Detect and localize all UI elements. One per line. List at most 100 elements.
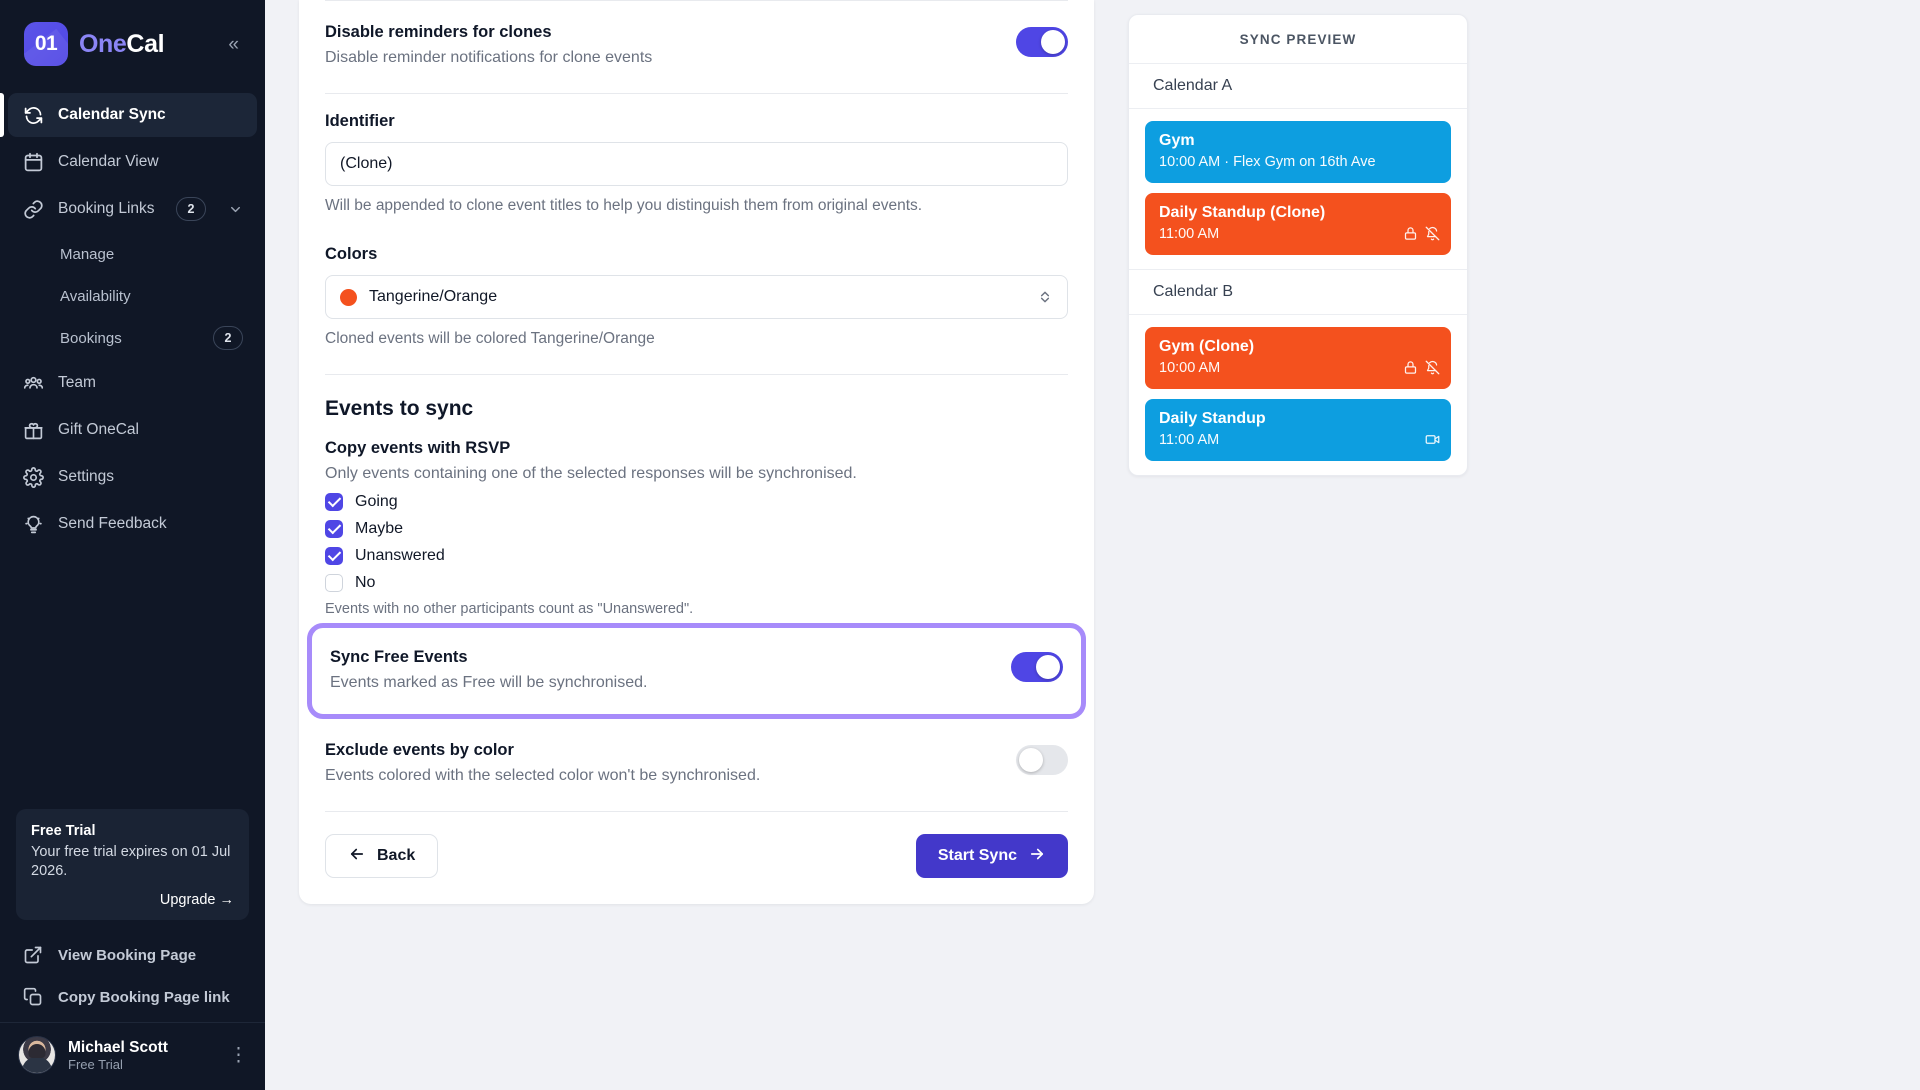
rsvp-option-going[interactable]: Going (325, 493, 1068, 511)
sync-free-events-row: Sync Free Events Events marked as Free w… (330, 628, 1063, 714)
sidebar-subitem-label: Manage (60, 246, 114, 263)
rsvp-note: Events with no other participants count … (325, 601, 1068, 617)
rsvp-option-maybe[interactable]: Maybe (325, 520, 1068, 538)
preview-event[interactable]: Daily Standup (Clone) 11:00 AM (1145, 193, 1451, 255)
checkbox[interactable] (325, 547, 343, 565)
sidebar-item-gift-onecal[interactable]: Gift OneCal (8, 408, 257, 452)
rsvp-title: Copy events with RSVP (325, 439, 1068, 458)
rsvp-block: Copy events with RSVP Only events contai… (325, 439, 1068, 617)
brand-name-one: One (79, 30, 126, 58)
disable-reminders-toggle[interactable] (1016, 27, 1068, 57)
rsvp-option-label: No (355, 574, 375, 592)
preview-event-icons (1403, 360, 1440, 380)
bell-off-icon (1425, 226, 1440, 246)
exclude-by-color-row: Exclude events by color Events colored w… (325, 719, 1068, 811)
video-icon (1425, 432, 1440, 452)
arrow-right-icon (1028, 845, 1046, 868)
view-booking-page-link[interactable]: View Booking Page (8, 934, 257, 976)
preview-event-time: 10:00 AM · Flex Gym on 16th Ave (1159, 154, 1437, 170)
arrow-left-icon (348, 845, 366, 868)
exclude-by-color-toggle[interactable] (1016, 745, 1068, 775)
back-button[interactable]: Back (325, 834, 438, 878)
copy-booking-page-link[interactable]: Copy Booking Page link (8, 976, 257, 1018)
upgrade-link[interactable]: Upgrade → (31, 892, 234, 908)
rsvp-option-label: Maybe (355, 520, 403, 538)
events-to-sync-title: Events to sync (325, 375, 1068, 439)
start-sync-button-label: Start Sync (938, 847, 1017, 865)
sidebar-item-settings[interactable]: Settings (8, 455, 257, 499)
sidebar-item-label: Gift OneCal (58, 421, 139, 439)
sidebar-item-label: Calendar Sync (58, 106, 166, 124)
link-icon (22, 198, 44, 220)
user-profile[interactable]: Michael Scott Free Trial ⋮ (0, 1022, 265, 1090)
calendar-icon (22, 151, 44, 173)
sidebar-item-label: Settings (58, 468, 114, 486)
main-content: Disable reminders for clones Disable rem… (265, 0, 1920, 1090)
toggle-knob (1019, 748, 1043, 772)
start-sync-button[interactable]: Start Sync (916, 834, 1068, 878)
sync-free-events-text: Sync Free Events Events marked as Free w… (330, 648, 647, 692)
preview-event-time: 10:00 AM (1159, 360, 1437, 376)
preview-event-title: Daily Standup (Clone) (1159, 204, 1437, 222)
calendar-a-header: Calendar A (1129, 64, 1467, 109)
app-root: 01 OneCal « Calendar Sync (0, 0, 1920, 1090)
identifier-input[interactable] (325, 142, 1068, 186)
rsvp-option-label: Going (355, 493, 398, 511)
exclude-by-color-title: Exclude events by color (325, 741, 760, 760)
disable-reminders-description: Disable reminder notifications for clone… (325, 49, 652, 67)
rsvp-option-no[interactable]: No (325, 574, 1068, 592)
sidebar-item-calendar-sync[interactable]: Calendar Sync (8, 93, 257, 137)
sidebar-item-manage[interactable]: Manage (8, 234, 257, 274)
sidebar-item-availability[interactable]: Availability (8, 276, 257, 316)
sidebar-item-label: Team (58, 374, 96, 392)
preview-event-title: Gym (Clone) (1159, 338, 1437, 356)
logo-mark: 01 (24, 22, 68, 66)
checkbox[interactable] (325, 520, 343, 538)
preview-event[interactable]: Gym 10:00 AM · Flex Gym on 16th Ave (1145, 121, 1451, 183)
colors-field-block: Colors Tangerine/Orange Cloned events wi… (325, 241, 1068, 374)
sync-free-events-toggle[interactable] (1011, 652, 1063, 682)
rsvp-description: Only events containing one of the select… (325, 465, 1068, 483)
sync-icon (22, 104, 44, 126)
footer-link-label: View Booking Page (58, 947, 196, 964)
sidebar-item-booking-links[interactable]: Booking Links 2 (8, 187, 257, 231)
sidebar-item-send-feedback[interactable]: Send Feedback (8, 502, 257, 546)
toggle-knob (1041, 30, 1065, 54)
sidebar-item-bookings[interactable]: Bookings 2 (8, 318, 257, 358)
identifier-field-block: Identifier Will be appended to clone eve… (325, 94, 1068, 241)
sidebar: 01 OneCal « Calendar Sync (0, 0, 265, 1090)
chevron-down-icon[interactable] (228, 202, 243, 217)
colors-select[interactable]: Tangerine/Orange (325, 275, 1068, 319)
preview-event-title: Gym (1159, 132, 1437, 150)
vertical-dots-icon[interactable]: ⋮ (229, 1046, 249, 1065)
brand-name-cal: Cal (126, 30, 164, 58)
calendar-b-header: Calendar B (1129, 270, 1467, 315)
rsvp-option-unanswered[interactable]: Unanswered (325, 547, 1068, 565)
checkbox[interactable] (325, 493, 343, 511)
lock-icon (1403, 360, 1418, 380)
profile-name: Michael Scott (68, 1038, 168, 1057)
sidebar-item-team[interactable]: Team (8, 361, 257, 405)
free-trial-description: Your free trial expires on 01 Jul 2026. (31, 843, 234, 882)
sidebar-footer-links: View Booking Page Copy Booking Page link (0, 934, 265, 1022)
sync-free-events-description: Events marked as Free will be synchronis… (330, 674, 647, 692)
preview-event-title: Daily Standup (1159, 410, 1437, 428)
checkbox[interactable] (325, 574, 343, 592)
profile-plan: Free Trial (68, 1057, 168, 1072)
preview-event[interactable]: Gym (Clone) 10:00 AM (1145, 327, 1451, 389)
toggle-knob (1036, 655, 1060, 679)
sidebar-item-label: Calendar View (58, 153, 159, 171)
footer-link-label: Copy Booking Page link (58, 989, 230, 1006)
preview-event-icons (1425, 432, 1440, 452)
calendar-b-events: Gym (Clone) 10:00 AM Daily Standup (1129, 315, 1467, 475)
bell-off-icon (1425, 360, 1440, 380)
external-link-icon (22, 944, 44, 966)
sidebar-item-label: Booking Links (58, 200, 155, 218)
disable-reminders-row: Disable reminders for clones Disable rem… (325, 1, 1068, 93)
gear-icon (22, 466, 44, 488)
chevrons-left-icon[interactable]: « (222, 33, 245, 56)
copy-icon (22, 986, 44, 1008)
preview-event[interactable]: Daily Standup 11:00 AM (1145, 399, 1451, 461)
sidebar-item-calendar-view[interactable]: Calendar View (8, 140, 257, 184)
profile-text: Michael Scott Free Trial (68, 1038, 168, 1072)
